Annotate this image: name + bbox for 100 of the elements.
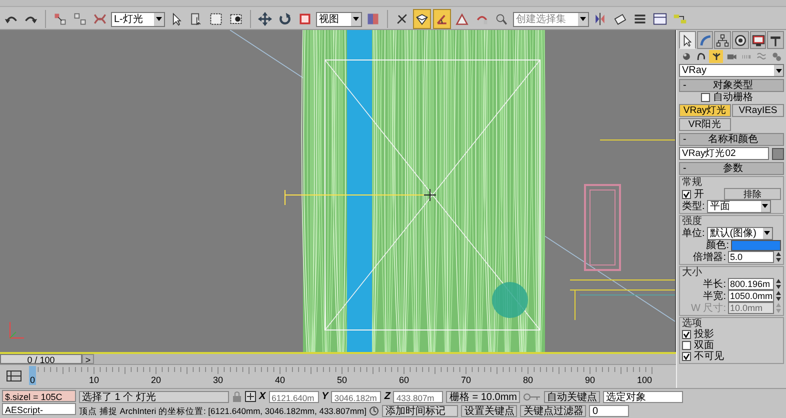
size-field[interactable]: 1050.0mm <box>728 290 774 302</box>
type-dropdown[interactable]: 平面 <box>706 200 771 212</box>
mirror-icon <box>593 12 607 26</box>
gears-icon <box>771 51 782 62</box>
group-title: 常规 <box>682 177 702 188</box>
angle-snap-button[interactable] <box>433 9 451 29</box>
motion-tab[interactable] <box>732 31 749 49</box>
caret-icon <box>764 231 770 235</box>
key-target-dropdown[interactable]: 选定对象 <box>602 390 683 402</box>
field-label: 单位: <box>682 228 705 238</box>
rectangle-select-icon <box>209 12 223 26</box>
key-icon[interactable] <box>522 392 541 402</box>
option-checkbox[interactable]: 投影 <box>682 329 781 340</box>
checkbox[interactable] <box>682 330 691 339</box>
light-type-button[interactable]: VRay灯光 <box>679 104 731 117</box>
next-frame-button[interactable]: > <box>82 354 94 364</box>
dropdown[interactable]: L-灯光 <box>111 12 165 26</box>
hammer-tab[interactable] <box>767 31 784 49</box>
angle-snap-icon <box>435 12 449 26</box>
rollout-header[interactable]: - 名称和颜色 <box>679 133 784 146</box>
wave-icon <box>756 51 768 62</box>
cursor-star-tab[interactable] <box>679 31 696 49</box>
curve-editor-toggle-icon[interactable] <box>4 368 24 382</box>
frame-number: 100 <box>636 375 652 385</box>
frame-ruler[interactable]: 0 10 20 30 40 50 60 70 80 90 100 <box>28 365 676 386</box>
units-dropdown[interactable]: 默认(图像) <box>706 226 773 240</box>
dropdown[interactable]: 创建选择集 <box>513 12 589 26</box>
scale-icon <box>298 12 312 26</box>
autogrid-checkbox[interactable]: 自动栅格 <box>679 92 784 103</box>
gears-button[interactable] <box>770 50 784 63</box>
monitor-icon <box>752 34 765 46</box>
coordinate-field[interactable]: 433.807m <box>393 390 444 402</box>
dropdown[interactable]: 视图 <box>316 12 362 26</box>
frame-number: 20 <box>151 375 161 385</box>
snap-button[interactable] <box>413 9 431 29</box>
move-icon <box>258 12 272 26</box>
frame-number: 60 <box>399 375 409 385</box>
add-time-tag[interactable]: 添加时间标记 <box>382 404 458 416</box>
color-swatch[interactable] <box>731 240 781 250</box>
absolute-mode-icon[interactable] <box>245 391 256 402</box>
rollout-header[interactable]: - 参数 <box>679 162 784 175</box>
on-checkbox[interactable]: 开 <box>682 188 722 200</box>
bend-icon <box>698 34 712 46</box>
spinner-icon[interactable] <box>776 252 781 262</box>
caret-icon <box>776 68 782 72</box>
group-title: 选项 <box>682 318 702 329</box>
percent-snap-icon <box>455 12 469 26</box>
motion-icon <box>734 34 747 46</box>
link-icon <box>53 12 67 26</box>
layers-icon <box>633 12 647 26</box>
frame-number: 70 <box>461 375 471 385</box>
light-type-button[interactable]: VRayIES <box>732 104 784 117</box>
listener-field[interactable]: $.sizel = 105C <box>2 390 76 402</box>
axis-tripod-icon <box>10 322 24 338</box>
rollout-header[interactable]: - 对象类型 <box>679 79 784 92</box>
category-dropdown[interactable]: VRay <box>679 64 784 77</box>
field-label: 颜色: <box>706 240 729 250</box>
spinner-icon[interactable] <box>776 291 781 301</box>
set-key-button[interactable]: 设置关键点 <box>461 404 518 416</box>
key-filters-button[interactable]: 关键点过滤器 <box>520 404 586 416</box>
schematic-icon <box>673 12 687 26</box>
frame-field[interactable]: 0 <box>589 404 630 416</box>
option-checkbox[interactable]: 不可见 <box>682 351 781 362</box>
name-field[interactable]: VRay灯光02 <box>679 147 769 160</box>
checkbox[interactable] <box>682 352 691 361</box>
frame-number: 50 <box>337 375 347 385</box>
crossing-select-icon <box>229 12 243 26</box>
coordinate-field[interactable]: 3046.182m <box>331 390 382 402</box>
prompt-text: 顶点 捕捉 ArchInteri 的坐标位置: [6121.640mm, 3046.182mm, 433.807mm] <box>79 404 366 416</box>
frame-number: 90 <box>585 375 595 385</box>
frame-number: 0 <box>30 375 36 385</box>
coordinate-field[interactable]: 6121.640m <box>268 390 319 402</box>
checkbox[interactable] <box>701 93 710 102</box>
light-button[interactable] <box>709 50 724 63</box>
exclude-button[interactable]: 排除 <box>724 188 781 200</box>
shape-icon <box>696 51 707 62</box>
current-frame-marker[interactable] <box>29 366 36 385</box>
check-icon <box>683 190 690 198</box>
size-field[interactable]: 800.196m <box>728 278 774 290</box>
checkbox[interactable] <box>682 190 691 198</box>
color-swatch[interactable] <box>772 148 784 160</box>
unlink-icon <box>73 12 87 26</box>
light-icon <box>710 51 722 62</box>
manipulate-icon <box>395 12 409 26</box>
axis-label: X <box>259 390 266 402</box>
group-title: 大小 <box>682 267 702 278</box>
bind-icon <box>93 12 107 26</box>
hierarchy-icon <box>716 34 730 46</box>
time-slider-thumb[interactable]: 0 / 100 <box>0 354 82 364</box>
light-type-button[interactable]: VR阳光 <box>679 118 731 131</box>
auto-key-button[interactable]: 自动关键点 <box>544 390 600 402</box>
hierarchy-tab[interactable] <box>714 31 732 49</box>
snap-icon <box>415 12 429 26</box>
time-tag-icon[interactable] <box>369 406 380 416</box>
multiplier-field[interactable]: 5.0 <box>728 251 774 263</box>
option-checkbox[interactable]: 双面 <box>682 340 781 351</box>
checkbox[interactable] <box>682 341 691 350</box>
spinner-icon[interactable] <box>776 279 781 289</box>
monitor-tab[interactable] <box>750 31 766 49</box>
check-icon <box>683 353 690 360</box>
